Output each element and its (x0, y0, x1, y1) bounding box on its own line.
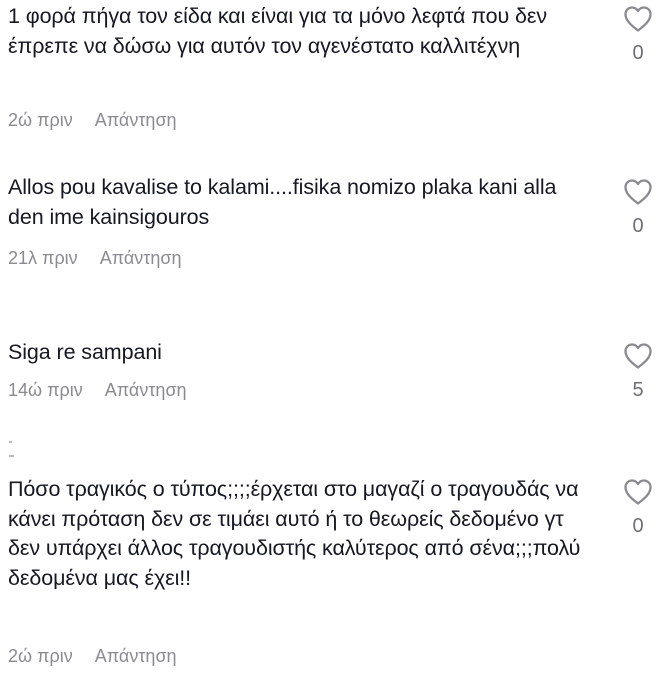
reply-button[interactable]: Απάντηση (100, 248, 182, 268)
heart-outline-icon[interactable] (623, 342, 653, 370)
heart-outline-icon[interactable] (623, 478, 653, 506)
like-count: 0 (632, 515, 644, 537)
reply-button[interactable]: Απάντηση (95, 110, 177, 130)
comment-timestamp: 2ώ πριν (8, 110, 73, 130)
heart-outline-icon[interactable] (623, 5, 653, 33)
like-control[interactable]: 0 (616, 5, 660, 65)
comment-text: 1 φορά πήγα τον είδα και είναι για τα μό… (8, 4, 547, 58)
like-count: 5 (632, 379, 644, 401)
like-control[interactable]: 0 (616, 178, 660, 238)
reply-button[interactable]: Απάντηση (105, 380, 187, 400)
comment-meta: 2ώ πριν Απάντηση (8, 645, 177, 667)
comment-item: Allos pou kavalise to kalami....fisika n… (8, 173, 658, 273)
comment-item: Siga re sampani 14ώ πριν Απάντηση 5 (8, 338, 658, 408)
comment-timestamp: 14ώ πριν (8, 380, 83, 400)
comment-text: Allos pou kavalise to kalami....fisika n… (8, 175, 557, 229)
comment-timestamp: 2ώ πριν (8, 646, 73, 666)
separator-mark (9, 441, 12, 443)
like-count: 0 (632, 42, 644, 64)
comment-meta: 2ώ πριν Απάντηση (8, 109, 177, 131)
comment-timestamp: 21λ πριν (8, 248, 78, 268)
like-control[interactable]: 5 (616, 342, 660, 402)
comment-meta: 14ώ πριν Απάντηση (8, 379, 187, 401)
comment-text: Πόσο τραγικός ο τύπος;;;;έρχεται στο μαγ… (8, 477, 581, 590)
like-control[interactable]: 0 (616, 478, 660, 538)
reply-button[interactable]: Απάντηση (95, 646, 177, 666)
heart-outline-icon[interactable] (623, 178, 653, 206)
like-count: 0 (632, 215, 644, 237)
separator-mark (9, 455, 14, 457)
comment-item: Πόσο τραγικός ο τύπος;;;;έρχεται στο μαγ… (8, 475, 658, 670)
comment-item: 1 φορά πήγα τον είδα και είναι για τα μό… (8, 2, 658, 132)
comment-text: Siga re sampani (8, 340, 162, 364)
comment-meta: 21λ πριν Απάντηση (8, 247, 182, 269)
